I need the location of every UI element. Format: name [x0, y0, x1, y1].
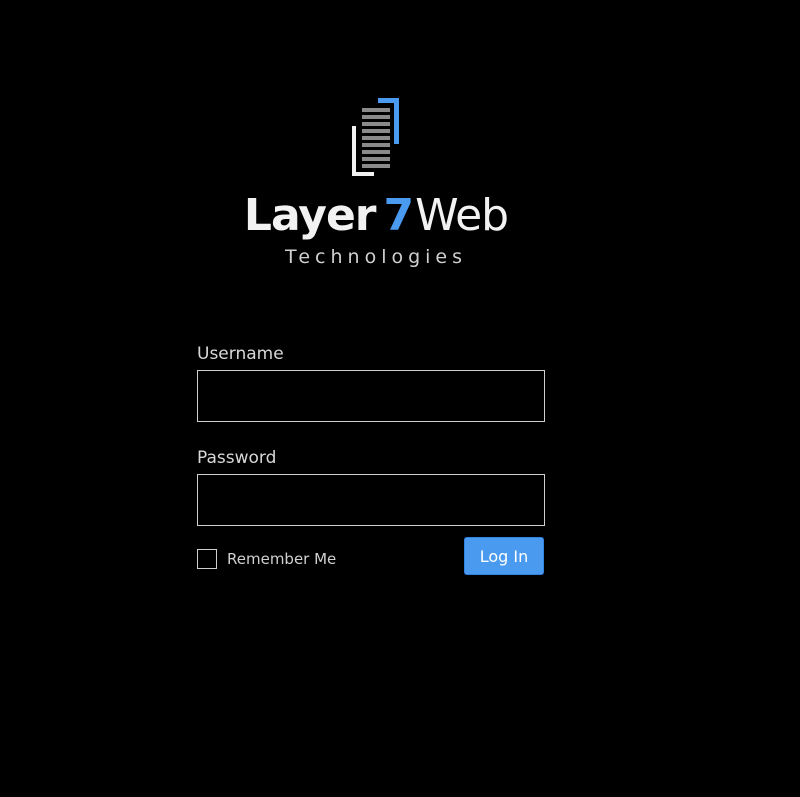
- brand-tagline: Technologies: [284, 246, 468, 268]
- remember-me-control[interactable]: Remember Me: [197, 549, 336, 569]
- form-actions-row: Remember Me Log In: [197, 537, 545, 586]
- password-input[interactable]: [197, 474, 545, 526]
- username-label: Username: [197, 344, 284, 364]
- username-input[interactable]: [197, 370, 545, 422]
- login-page: Layer 7Web Technologies Username Password…: [0, 0, 800, 797]
- remember-me-label: Remember Me: [227, 550, 337, 568]
- wordmark-seven: 7: [383, 190, 415, 241]
- wordmark-layer: Layer: [243, 190, 377, 241]
- brand-wordmark: Layer 7Web: [0, 186, 752, 246]
- wordmark-web: Web: [415, 190, 509, 241]
- login-button[interactable]: Log In: [464, 537, 544, 575]
- password-label: Password: [197, 448, 277, 468]
- logo-icon: [352, 98, 399, 176]
- remember-me-checkbox[interactable]: [197, 549, 217, 569]
- login-form: Username Password Remember Me Log In: [197, 340, 545, 586]
